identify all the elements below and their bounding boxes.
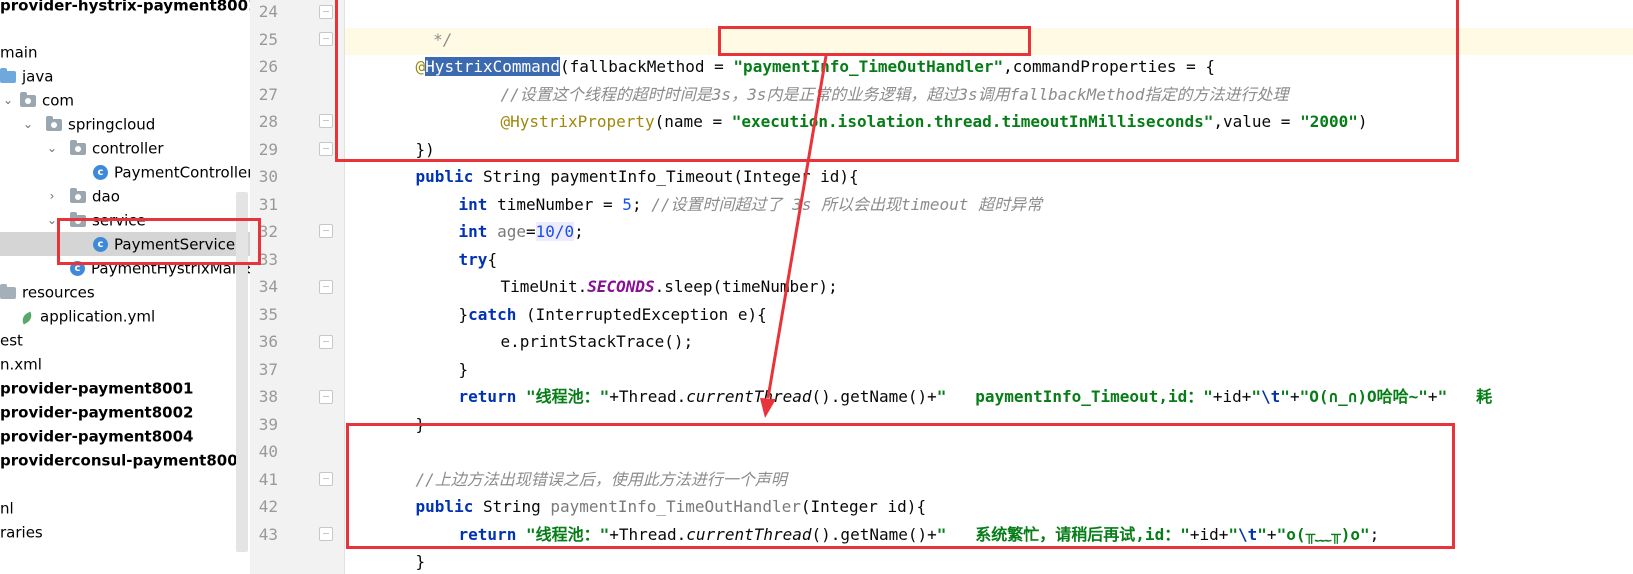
- arrow-icon: [760, 55, 828, 418]
